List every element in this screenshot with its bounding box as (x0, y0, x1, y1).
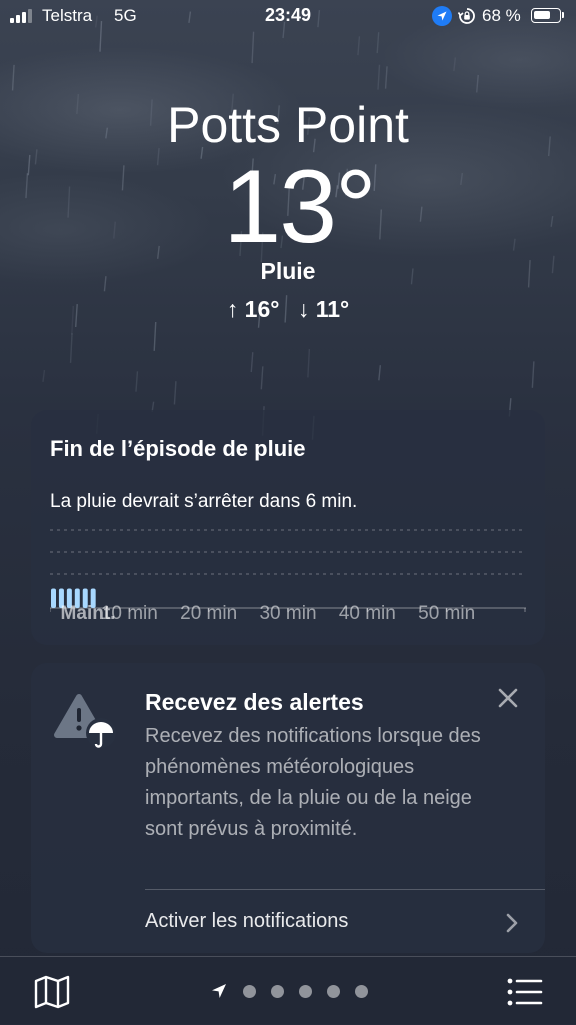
list-icon[interactable] (507, 977, 543, 1007)
rain-streak (476, 74, 479, 93)
rain-streak (531, 361, 535, 388)
close-icon[interactable] (493, 683, 523, 713)
page-dot[interactable] (299, 984, 312, 998)
rain-streak (377, 64, 381, 90)
rain-streak (251, 31, 255, 64)
rain-streak (11, 64, 15, 91)
chart-x-tick-label: 40 min (338, 603, 396, 624)
rain-streak (69, 333, 73, 363)
chevron-right-icon[interactable] (503, 911, 521, 935)
divider (145, 889, 545, 890)
alert-card-title: Recevez des alertes (145, 689, 364, 715)
high-low-temperature: ↑ 16° ↓ 11° (0, 296, 576, 323)
page-dot[interactable] (327, 984, 340, 998)
battery-icon (531, 8, 561, 23)
rain-streak (42, 369, 46, 382)
battery-cap (562, 12, 564, 18)
high-temperature: ↑ 16° (226, 296, 280, 322)
rain-streak (384, 66, 388, 89)
rain-streak (307, 348, 311, 378)
current-temperature: 13° (223, 149, 376, 265)
rain-streak (376, 32, 380, 54)
battery-percentage: 68 % (482, 6, 521, 25)
rain-streak (135, 371, 139, 392)
rain-streak (378, 365, 382, 381)
page-dot[interactable] (355, 984, 368, 998)
rain-card-title: Fin de l’épisode de pluie (50, 436, 306, 461)
location-arrow-icon[interactable] (210, 982, 228, 1000)
chart-x-tick-label: 50 min (418, 603, 476, 624)
warning-umbrella-icon (54, 694, 116, 748)
page-indicator[interactable] (210, 981, 368, 1001)
chart-x-tick-label: 30 min (259, 603, 317, 624)
rain-streak (153, 321, 157, 351)
page-dot[interactable] (243, 984, 256, 998)
rain-streak (453, 57, 457, 72)
rain-streak (357, 36, 361, 56)
bottom-toolbar (0, 956, 576, 1025)
low-temperature: ↓ 11° (297, 296, 350, 322)
city-name: Potts Point (167, 97, 409, 153)
enable-notifications-button[interactable]: Activer les notifications (145, 910, 348, 933)
rain-streak (260, 366, 264, 390)
map-icon[interactable] (34, 975, 70, 1009)
rain-streak (173, 381, 177, 405)
rain-card-subtitle: La pluie devrait s’arrêter dans 6 min. (50, 491, 358, 512)
chart-x-axis-labels: Maint. 10 min 20 min 30 min 40 min 50 min (50, 603, 526, 627)
location-arrow-icon (432, 6, 452, 26)
rain-forecast-card[interactable]: Fin de l’épisode de pluie La pluie devra… (31, 410, 545, 645)
alerts-card[interactable]: Recevez des alertes Recevez des notifica… (31, 663, 545, 953)
chart-x-tick-label: 10 min (100, 603, 158, 624)
page-dot[interactable] (271, 984, 284, 998)
status-bar: Telstra 5G 23:49 68 % (0, 0, 576, 32)
rain-streak (250, 352, 254, 373)
weather-condition: Pluie (260, 258, 316, 284)
alert-card-body: Recevez des notifications lorsque des ph… (145, 725, 481, 840)
chart-x-tick-label: 20 min (180, 603, 238, 624)
rotation-lock-icon (457, 8, 475, 24)
